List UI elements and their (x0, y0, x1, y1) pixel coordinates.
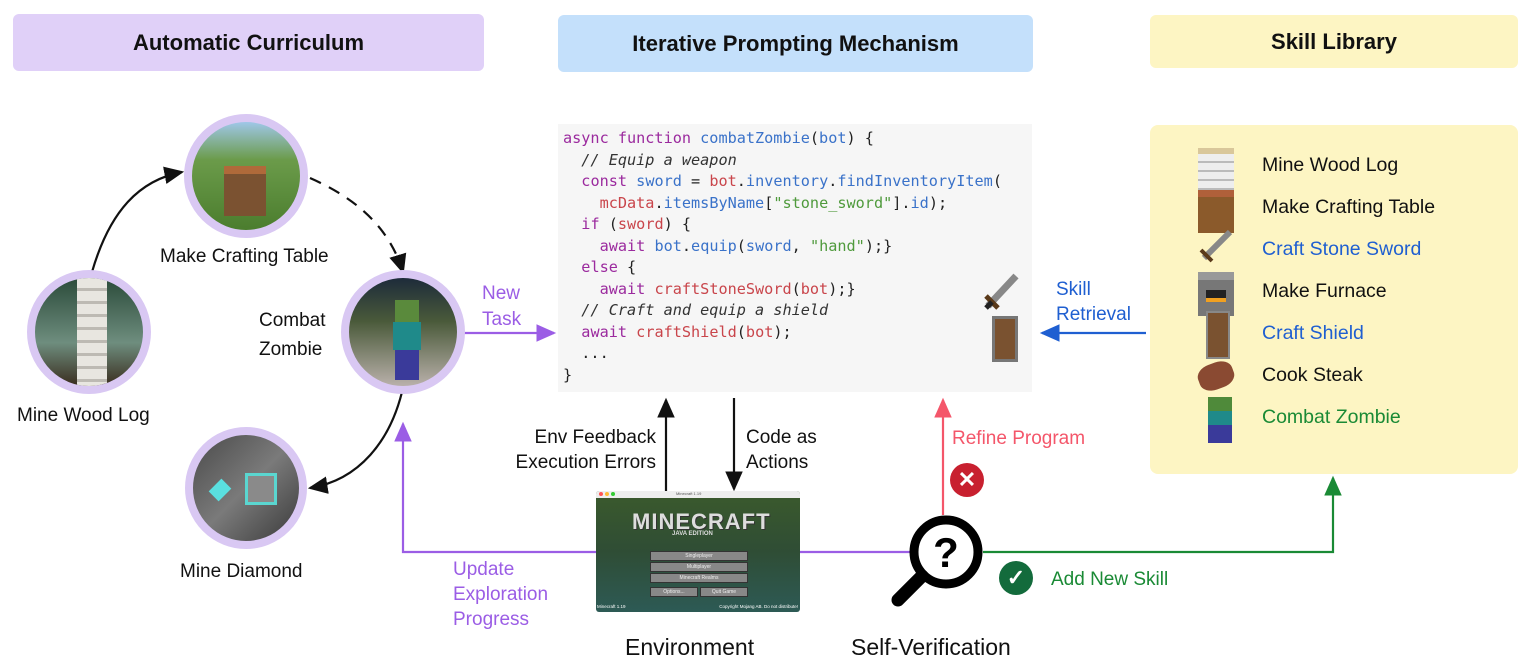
code-block: async function combatZombie(bot) { // Eq… (558, 124, 1032, 392)
task-label: Make Crafting Table (160, 246, 329, 267)
svg-text:?: ? (933, 529, 959, 576)
code-line: ... (563, 344, 609, 362)
skill-item: Make Furnace (1262, 280, 1387, 302)
refine-program-label: Refine Program (952, 428, 1086, 449)
copyright-label: Copyright Mojang AB. Do not distribute! (719, 604, 798, 609)
minimize-dot (605, 492, 609, 496)
code-line: mcData.itemsByName["stone_sword"].id); (599, 193, 948, 212)
skill-item: Cook Steak (1262, 364, 1363, 386)
options-button[interactable]: Options... (650, 587, 698, 597)
code-line: await bot.equip(sword, "hand");} (599, 236, 893, 255)
skill-item: Make Crafting Table (1262, 196, 1436, 218)
code-line: // Equip a weapon (563, 150, 737, 169)
crafting-table-icon (224, 166, 266, 216)
environment-label: Environment (625, 634, 755, 660)
task-label-combat-zombie: Combat Zombie (259, 310, 326, 360)
steak-icon (1194, 357, 1238, 395)
task-image-mine-diamond (185, 427, 307, 549)
code-line: } (563, 365, 573, 384)
arrow-zombie-to-diamond (307, 391, 404, 494)
code-as-actions-label: Code as Actions (746, 427, 817, 473)
birch-log-icon (77, 278, 107, 386)
skill-retrieval-label: Skill Retrieval (1056, 279, 1131, 325)
zombie-icon (1208, 397, 1232, 443)
code-line: // Craft and equip a shield (563, 301, 829, 319)
error-x-icon: ✕ (950, 463, 984, 497)
code-line: async function combatZombie(bot) { (563, 129, 874, 147)
version-label: Minecraft 1.19 (597, 604, 626, 609)
stone-sword-icon (984, 273, 1019, 310)
task-image-mine-wood-log (27, 270, 151, 394)
skill-item: Mine Wood Log (1262, 154, 1399, 176)
self-verification-label: Self-Verification (851, 634, 1011, 660)
zombie-body (393, 322, 421, 350)
environment-window: Minecraft 1.19 MINECRAFT JAVA EDITION Si… (596, 491, 800, 612)
magnifier-question-icon: ? (891, 515, 983, 607)
arrow-add-skill (983, 475, 1342, 554)
task-image-combat-zombie (341, 270, 465, 394)
window-titlebar: Minecraft 1.19 (596, 491, 800, 498)
maximize-dot (611, 492, 615, 496)
zombie-legs (395, 350, 419, 380)
zombie-head (395, 300, 419, 322)
window-title: Minecraft 1.19 (676, 491, 702, 496)
code-line: if (sword) { (581, 215, 692, 233)
diamond-icon (208, 478, 232, 502)
task-label: Mine Wood Log (17, 405, 150, 426)
birch-log-icon (1198, 148, 1234, 190)
realms-button[interactable]: Minecraft Realms (650, 573, 748, 583)
shield-icon (992, 316, 1018, 362)
singleplayer-button[interactable]: Singleplayer (650, 551, 748, 561)
furnace-icon (1198, 272, 1234, 316)
skill-item: Craft Stone Sword (1262, 238, 1422, 260)
task-label: Mine Diamond (180, 561, 303, 582)
env-feedback-label: Env Feedback Execution Errors (515, 427, 656, 473)
add-new-skill-label: Add New Skill (1051, 569, 1169, 590)
diamond-ore-icon (245, 473, 277, 505)
close-dot (599, 492, 603, 496)
success-check-icon: ✓ (999, 561, 1033, 595)
code-line: await craftShield(bot); (581, 322, 792, 341)
quit-game-button[interactable]: Quit Game (700, 587, 748, 597)
crafting-table-icon (1198, 190, 1234, 233)
skill-item: Craft Shield (1262, 322, 1364, 344)
new-task-label: New Task (482, 283, 522, 330)
edition-label: JAVA EDITION (672, 531, 713, 537)
skill-library-panel: Mine Wood Log Make Crafting Table Craft … (1150, 125, 1518, 474)
code-line: await craftStoneSword(bot);} (599, 279, 856, 298)
code-line: else { (581, 258, 637, 276)
code-line: const sword = bot.inventory.findInventor… (581, 172, 1002, 190)
stone-sword-icon (1199, 229, 1233, 263)
task-image-make-crafting-table (184, 114, 308, 238)
update-progress-label: Update Exploration Progress (453, 559, 549, 630)
shield-icon (1206, 311, 1230, 359)
multiplayer-button[interactable]: Multiplayer (650, 562, 748, 572)
skill-item: Combat Zombie (1262, 406, 1401, 428)
